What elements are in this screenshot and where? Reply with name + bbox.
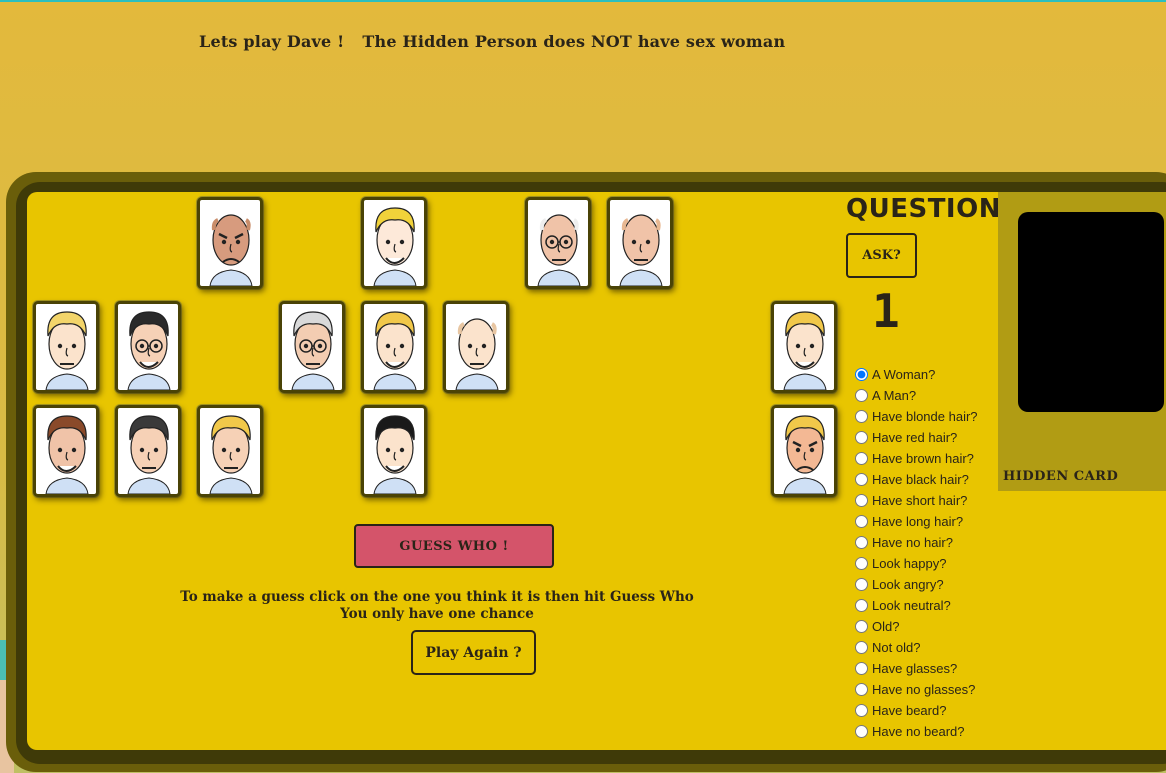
character-card[interactable] <box>361 197 427 289</box>
hidden-card-label: HIDDEN CARD <box>1003 469 1119 484</box>
character-card[interactable] <box>197 405 263 497</box>
character-card[interactable] <box>525 197 591 289</box>
question-radio[interactable] <box>855 704 868 717</box>
question-option[interactable]: Have long hair? <box>855 511 978 532</box>
character-portrait <box>537 214 581 286</box>
character-portrait <box>783 415 827 494</box>
character-card[interactable] <box>607 197 673 289</box>
question-radio[interactable] <box>855 410 868 423</box>
instructions: To make a guess click on the one you thi… <box>160 589 714 623</box>
question-label: Old? <box>872 619 900 634</box>
character-portrait <box>209 214 253 286</box>
character-portrait <box>373 415 417 494</box>
question-option[interactable]: A Woman? <box>855 364 978 385</box>
question-label: Have short hair? <box>872 493 968 508</box>
question-radio[interactable] <box>855 389 868 402</box>
character-portrait <box>45 311 89 390</box>
question-option[interactable]: Have blonde hair? <box>855 406 978 427</box>
question-label: A Man? <box>872 388 917 403</box>
question-label: Have blonde hair? <box>872 409 978 424</box>
character-card[interactable] <box>771 301 837 393</box>
question-radio[interactable] <box>855 620 868 633</box>
character-portrait <box>455 318 499 390</box>
question-label: Have brown hair? <box>872 451 974 466</box>
character-portrait <box>127 311 171 390</box>
question-radio[interactable] <box>855 431 868 444</box>
question-radio[interactable] <box>855 641 868 654</box>
question-radio[interactable] <box>855 578 868 591</box>
character-card[interactable] <box>771 405 837 497</box>
question-label: A Woman? <box>872 367 936 382</box>
question-label: Have no glasses? <box>872 682 976 697</box>
question-label: Have no beard? <box>872 724 965 739</box>
question-option[interactable]: Have no glasses? <box>855 679 978 700</box>
instructions-line-2: You only have one chance <box>340 606 534 622</box>
character-portrait <box>619 214 663 286</box>
character-card[interactable] <box>279 301 345 393</box>
question-label: Have red hair? <box>872 430 958 445</box>
question-option[interactable]: Look happy? <box>855 553 978 574</box>
character-card[interactable] <box>33 405 99 497</box>
character-card[interactable] <box>33 301 99 393</box>
status-message: The Hidden Person does NOT have sex woma… <box>362 32 786 51</box>
game-status: Lets play Dave ! The Hidden Person does N… <box>199 32 785 51</box>
question-option[interactable]: Look angry? <box>855 574 978 595</box>
question-label: Have beard? <box>872 703 947 718</box>
character-portrait <box>127 415 171 494</box>
question-radio[interactable] <box>855 515 868 528</box>
question-label: Look happy? <box>872 556 947 571</box>
question-radio[interactable] <box>855 683 868 696</box>
question-label: Have glasses? <box>872 661 958 676</box>
question-option[interactable]: Not old? <box>855 637 978 658</box>
character-card[interactable] <box>115 405 181 497</box>
question-radio[interactable] <box>855 368 868 381</box>
question-radio[interactable] <box>855 452 868 465</box>
top-accent-line <box>0 0 1166 2</box>
question-option[interactable]: Have short hair? <box>855 490 978 511</box>
question-radio[interactable] <box>855 536 868 549</box>
question-label: Have black hair? <box>872 472 969 487</box>
ask-button[interactable]: ASK? <box>846 233 917 278</box>
character-card[interactable] <box>197 197 263 289</box>
question-radio[interactable] <box>855 599 868 612</box>
character-card[interactable] <box>443 301 509 393</box>
question-radio[interactable] <box>855 557 868 570</box>
character-portrait <box>291 311 335 390</box>
question-option[interactable]: Have no beard? <box>855 721 978 742</box>
question-radio[interactable] <box>855 662 868 675</box>
question-option[interactable]: Have black hair? <box>855 469 978 490</box>
question-option[interactable]: A Man? <box>855 385 978 406</box>
hidden-card <box>1018 212 1164 412</box>
play-again-button[interactable]: Play Again ? <box>411 630 536 675</box>
question-label: Have long hair? <box>872 514 964 529</box>
question-option[interactable]: Have brown hair? <box>855 448 978 469</box>
instructions-line-1: To make a guess click on the one you thi… <box>180 589 694 605</box>
question-list: A Woman? A Man? Have blonde hair? Have red … <box>855 364 978 742</box>
question-label: Look neutral? <box>872 598 951 613</box>
questions-asked-count: 1 <box>872 284 900 338</box>
character-portrait <box>209 415 253 494</box>
question-option[interactable]: Look neutral? <box>855 595 978 616</box>
question-option[interactable]: Old? <box>855 616 978 637</box>
character-portrait <box>373 311 417 390</box>
character-portrait <box>783 311 827 390</box>
question-radio[interactable] <box>855 494 868 507</box>
status-prefix: Lets play Dave ! <box>199 32 345 51</box>
question-radio[interactable] <box>855 473 868 486</box>
character-portrait <box>373 207 417 286</box>
question-option[interactable]: Have glasses? <box>855 658 978 679</box>
question-label: Not old? <box>872 640 921 655</box>
question-option[interactable]: Have red hair? <box>855 427 978 448</box>
guess-who-button[interactable]: GUESS WHO ! <box>354 524 554 568</box>
character-card[interactable] <box>361 301 427 393</box>
character-card[interactable] <box>115 301 181 393</box>
character-card[interactable] <box>361 405 427 497</box>
question-label: Have no hair? <box>872 535 953 550</box>
question-option[interactable]: Have no hair? <box>855 532 978 553</box>
questions-title: QUESTIONS <box>846 194 1021 224</box>
question-radio[interactable] <box>855 725 868 738</box>
question-label: Look angry? <box>872 577 944 592</box>
question-option[interactable]: Have beard? <box>855 700 978 721</box>
character-portrait <box>45 415 89 494</box>
